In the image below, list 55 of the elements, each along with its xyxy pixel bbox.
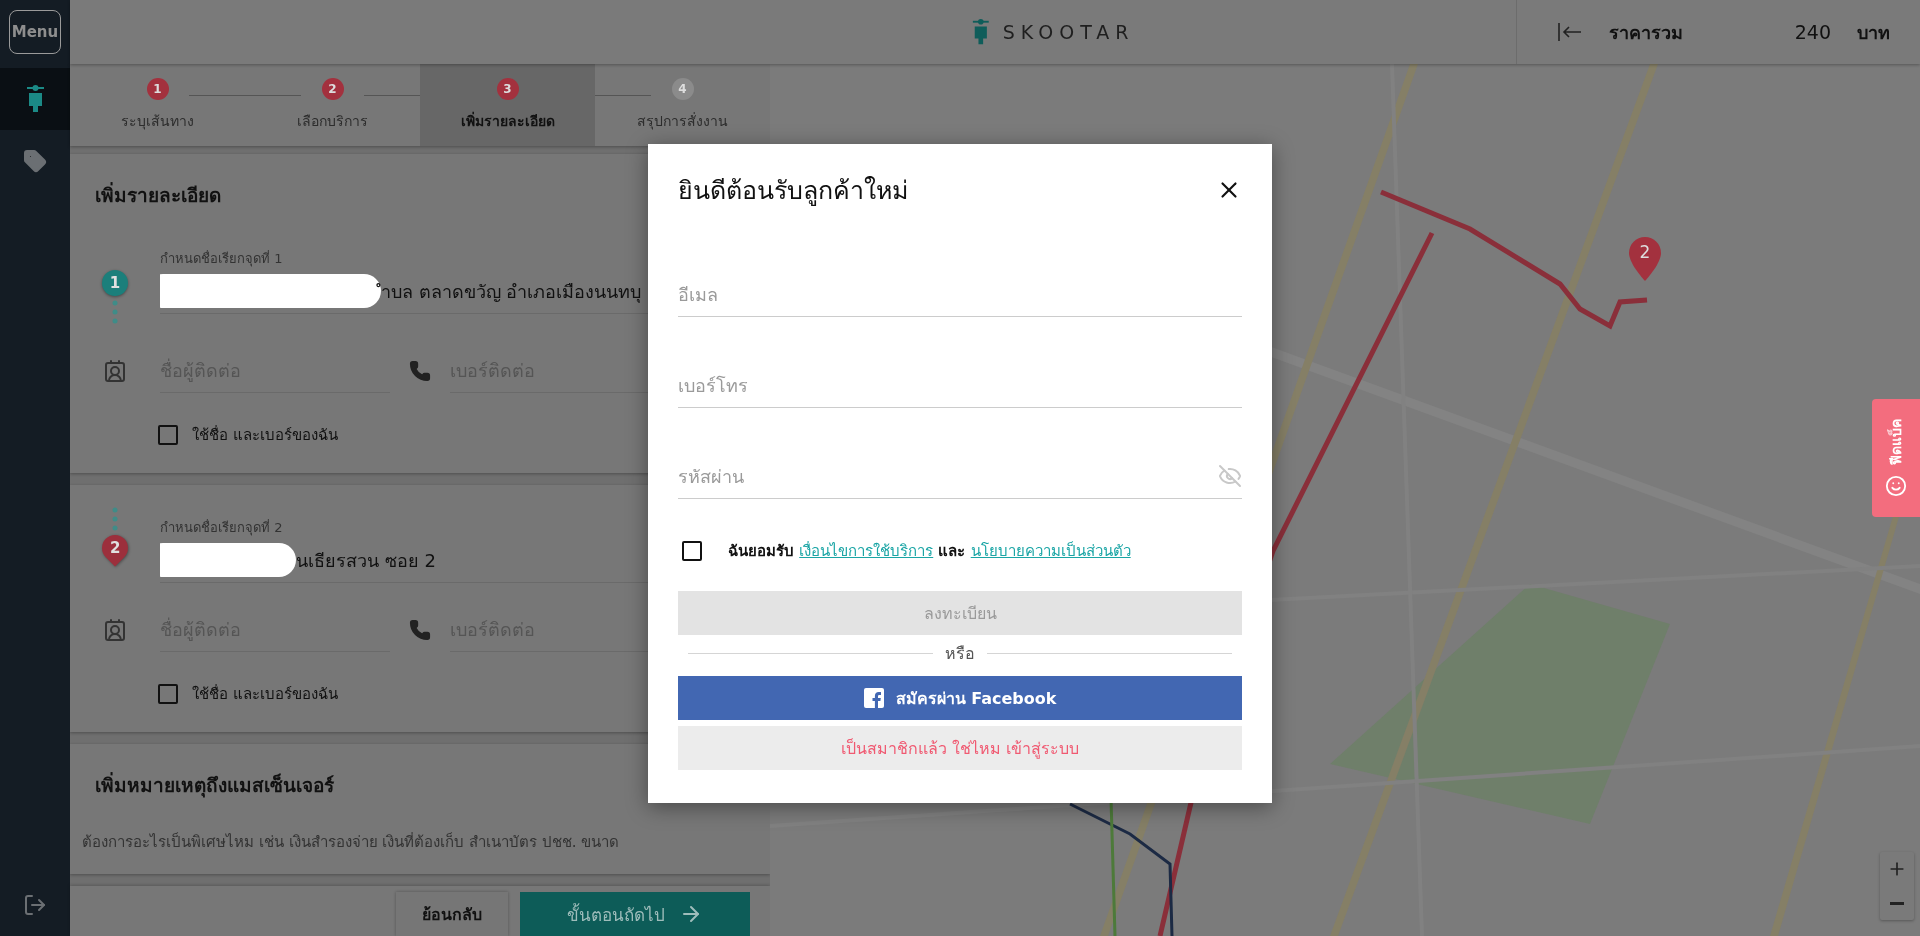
collapse-icon[interactable] [1556,22,1583,42]
map-pin[interactable]: 2 [1628,236,1662,282]
dialog-title: ยินดีต้อนรับลูกค้าใหม่ [678,175,908,208]
minus-icon [1890,901,1904,905]
scooter-icon [24,84,46,114]
step-tab[interactable]: 2 เลือกบริการ [245,64,420,146]
tag-icon [23,149,47,173]
menu-button[interactable]: Menu [9,10,61,54]
smile-icon [1885,475,1907,497]
next-button[interactable]: ขั้นตอนถัดไป [520,892,750,936]
currency-label: บาท [1857,20,1890,45]
step-label: เลือกบริการ [297,112,368,131]
note-field[interactable]: ต้องการอะไรเป็นพิเศษไหม เช่น เงินสำรองจ่าย เงินที่ต้องเก็บ สำเนาบัตร ปชช. ขนาด [82,830,620,854]
checkbox[interactable] [158,684,178,704]
feedback-tab[interactable]: ฟีดแบ็ค [1872,399,1920,517]
checkbox[interactable] [158,425,178,445]
total-label: ราคารวม [1608,20,1683,45]
phone-icon [409,618,431,641]
checkbox-label: ใช้ชื่อ และเบอร์ของฉัน [192,424,338,446]
contact-icon [103,358,127,383]
terms-link[interactable]: เงื่อนไขการใช้บริการ [799,542,934,560]
checkbox-label: ใช้ชื่อ และเบอร์ของฉัน [192,683,338,705]
section-title: เพิ่มหมายเหตุถึงแมสเซ็นเจอร์ [95,771,335,800]
step-tab[interactable]: 4 สรุปการสั่งงาน [595,64,770,146]
field-label: กำหนดชื่อเรียกจุดที่ 1 [160,249,283,269]
step-label: สรุปการสั่งงาน [637,111,728,132]
step-label: เพิ่มรายละเอียด [460,110,555,131]
contact-icon [103,617,127,642]
total-amount: 240 [1794,21,1831,43]
field-label: กำหนดชื่อเรียกจุดที่ 2 [160,518,283,538]
back-button[interactable]: ย้อนกลับ [396,892,508,936]
sidebar-item[interactable] [0,68,70,130]
terms-link[interactable]: นโยบายความเป็นส่วนตัว [970,542,1131,560]
facebook-icon [863,688,884,708]
step-number: 1 [146,78,169,100]
step-number: 2 [321,78,344,100]
point-marker: 1 [102,270,128,296]
password-field[interactable]: รหัสผ่าน [678,454,1242,499]
step-tab[interactable]: 3 เพิ่มรายละเอียด [420,64,595,146]
step-tab[interactable]: 1 ระบุเส้นทาง [70,64,245,146]
email-field[interactable]: อีเมล [678,272,1242,317]
dots-icon [112,300,118,324]
login-button[interactable]: เป็นสมาชิกแล้ว ใช่ไหม เข้าสู่ระบบ [678,726,1242,770]
checkbox[interactable] [682,541,702,561]
step-label: ระบุเส้นทาง [121,112,194,132]
or-divider-text: หรือ [945,643,975,665]
phone-field[interactable]: เบอร์โทร [678,363,1242,408]
logout-icon[interactable] [23,893,47,917]
dots-icon [112,507,118,531]
phone-icon [409,359,431,382]
step-number: 4 [671,78,694,100]
logo-text: SKOOTAR [1002,21,1135,43]
step-number: 3 [496,78,519,100]
scooter-icon [971,18,991,46]
facebook-button[interactable]: สมัครผ่าน Facebook [678,676,1242,720]
